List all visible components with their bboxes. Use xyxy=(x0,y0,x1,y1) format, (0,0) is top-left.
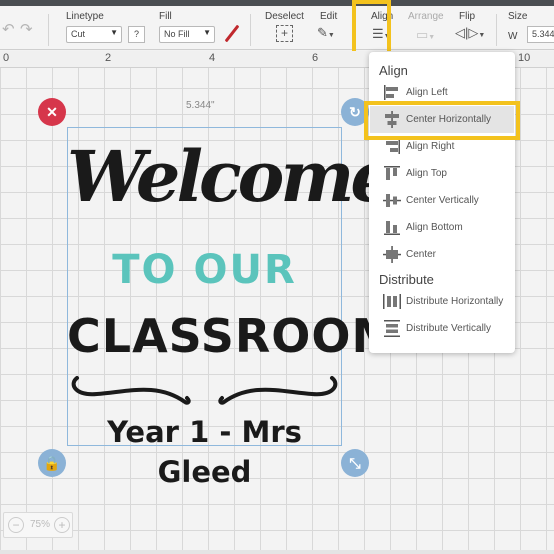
artwork-line-year: Year 1 - Mrs Gleed xyxy=(107,415,302,489)
menu-item-label: Center xyxy=(406,249,437,260)
arrange-label: Arrange xyxy=(408,11,444,22)
fill-value: No Fill xyxy=(164,29,190,39)
center-vertically-icon xyxy=(383,194,401,207)
menu-item-distribute-horizontally[interactable]: Distribute Horizontally xyxy=(370,288,514,315)
undo-icon[interactable]: ↶ xyxy=(2,20,15,38)
distribute-vertically-icon xyxy=(384,320,400,337)
distribute-horizontally-icon xyxy=(383,294,401,309)
zoom-out-button[interactable]: − xyxy=(8,517,24,533)
distribute-heading: Distribute xyxy=(379,272,434,287)
menu-item-label: Distribute Horizontally xyxy=(406,296,504,307)
linetype-help-button[interactable]: ? xyxy=(128,26,145,43)
deselect-icon[interactable]: + xyxy=(276,25,293,42)
size-w-label: W xyxy=(508,31,518,42)
arrange-icon: ▭▼ xyxy=(416,27,436,42)
align-heading: Align xyxy=(379,63,408,78)
align-dropdown-menu: Align Align Left Center Horizontally Ali… xyxy=(369,52,515,353)
ruler-tick: 2 xyxy=(105,52,112,64)
chevron-down-icon: ▼ xyxy=(110,28,118,37)
fill-color-pen-icon[interactable] xyxy=(224,24,240,43)
flip-icon[interactable]: ◁|▷▼ xyxy=(455,25,485,41)
close-icon[interactable]: ✕ xyxy=(38,98,66,126)
size-label: Size xyxy=(508,11,528,22)
artwork-line-classroom: CLASSROOM xyxy=(67,309,399,363)
align-button-highlight xyxy=(352,0,391,57)
artwork-line-welcome: Welcome xyxy=(67,135,395,218)
toolbar-divider xyxy=(250,14,251,46)
align-left-icon xyxy=(384,85,398,100)
menu-item-label: Align Left xyxy=(406,87,448,98)
toolbar-divider xyxy=(496,14,497,46)
flip-label: Flip xyxy=(459,11,476,22)
resize-icon[interactable]: ⤡ xyxy=(341,449,369,477)
linetype-value: Cut xyxy=(71,29,86,39)
zoom-control: − 75% + xyxy=(3,512,73,538)
swirl-divider-graphic xyxy=(71,376,338,405)
toolbar: ↶ ↷ Linetype Cut ▼ ? Fill No Fill ▼ Dese… xyxy=(0,6,554,50)
linetype-select[interactable]: Cut ▼ xyxy=(66,26,122,43)
menu-item-center-vertically[interactable]: Center Vertically xyxy=(370,187,514,214)
menu-item-align-top[interactable]: Align Top xyxy=(370,160,514,187)
ruler-tick: 4 xyxy=(209,52,216,64)
menu-item-label: Align Top xyxy=(406,168,447,179)
zoom-in-button[interactable]: + xyxy=(54,517,70,533)
menu-item-label: Align Bottom xyxy=(406,222,463,233)
zoom-level: 75% xyxy=(30,519,51,530)
menu-item-center[interactable]: Center xyxy=(370,241,514,268)
menu-item-label: Center Vertically xyxy=(406,195,479,206)
center-icon xyxy=(383,246,401,263)
chevron-down-icon: ▼ xyxy=(203,28,211,37)
horizontal-scrollbar[interactable] xyxy=(0,550,554,554)
lock-icon[interactable]: 🔒 xyxy=(38,449,66,477)
menu-item-label: Distribute Vertically xyxy=(406,323,492,334)
size-width-input[interactable]: 5.344 xyxy=(527,26,554,43)
artwork-line-to-our: TO OUR xyxy=(112,247,297,293)
menu-item-label: Align Right xyxy=(406,141,455,152)
linetype-label: Linetype xyxy=(66,11,104,22)
ruler-tick: 10 xyxy=(518,52,531,64)
ruler-tick: 6 xyxy=(312,52,319,64)
align-top-icon xyxy=(384,166,400,180)
redo-icon[interactable]: ↷ xyxy=(20,20,33,38)
menu-item-align-bottom[interactable]: Align Bottom xyxy=(370,214,514,241)
fill-label: Fill xyxy=(159,11,172,22)
edit-icon[interactable]: ✎▼ xyxy=(317,25,335,41)
edit-label: Edit xyxy=(320,11,338,22)
toolbar-divider xyxy=(48,14,49,46)
width-dimension-label: 5.344" xyxy=(186,100,215,111)
center-horizontally-highlight xyxy=(364,101,520,140)
align-bottom-icon xyxy=(384,221,400,235)
deselect-label: Deselect xyxy=(265,11,304,22)
fill-select[interactable]: No Fill ▼ xyxy=(159,26,215,43)
ruler-tick: 0 xyxy=(3,52,10,64)
align-right-icon xyxy=(386,139,400,154)
menu-item-distribute-vertically[interactable]: Distribute Vertically xyxy=(370,315,514,342)
